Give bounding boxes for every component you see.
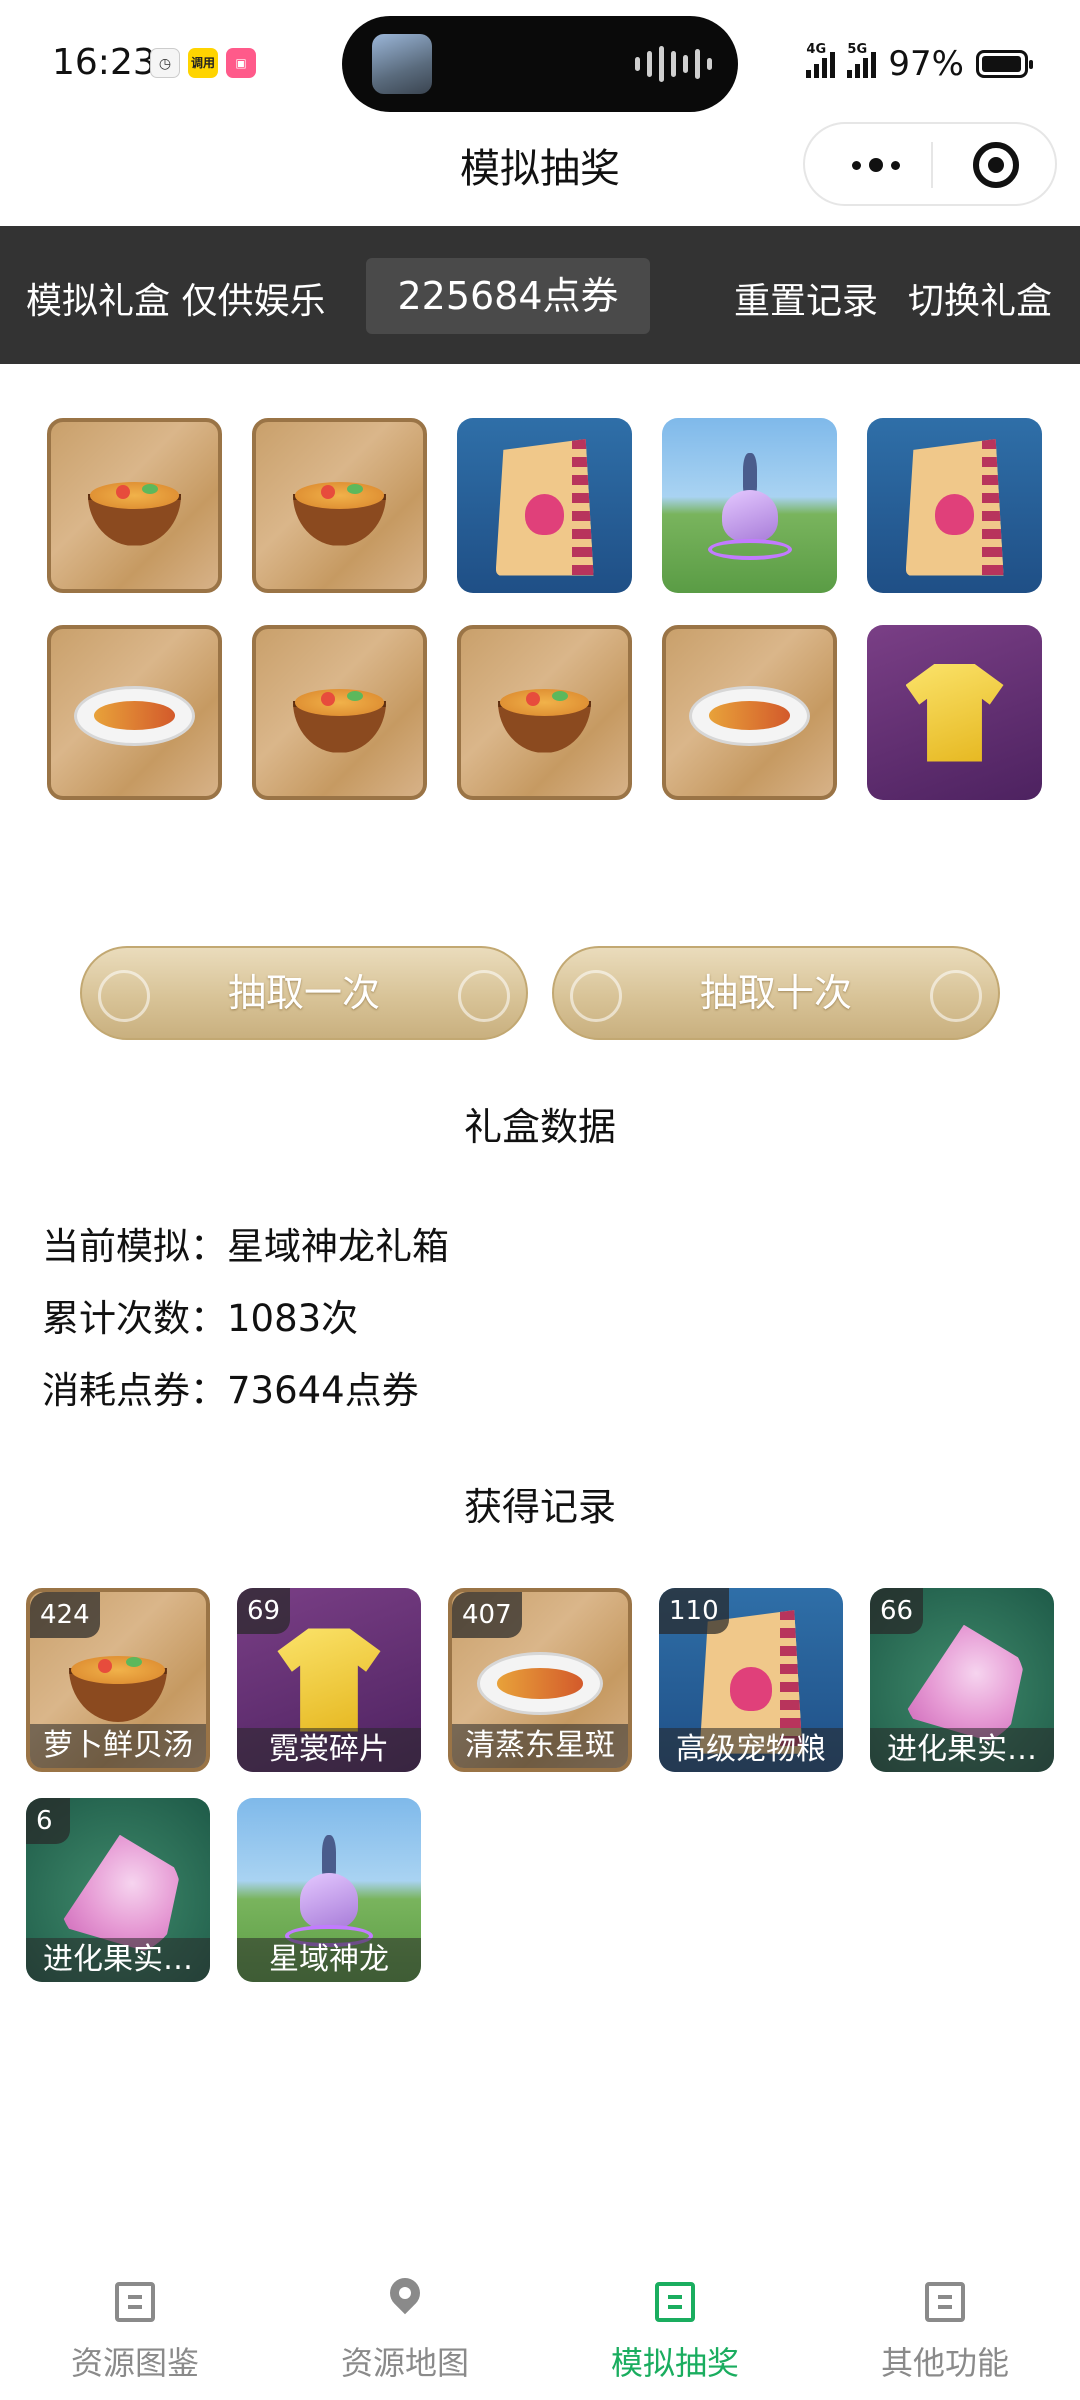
reward-cell [662,625,837,800]
shirt-icon [905,663,1004,762]
status-right: 4G 5G 97% [806,42,1033,84]
status-bar: 16:23 ◷ 调用 ▣ 4G 5G 97% [0,0,1080,130]
capsule-divider [931,142,933,188]
soup-icon [292,472,387,546]
tab-bar: 资源图鉴 资源地图 模拟抽奖 其他功能 [0,2262,1080,2400]
reward-cell [252,418,427,593]
tab-other-features[interactable]: 其他功能 [810,2262,1080,2400]
app-badge-icon: 调用 [188,48,218,78]
network-label-2: 5G [847,42,868,57]
soup-icon [497,679,592,753]
record-item[interactable]: 110 高级宠物粮 [659,1588,843,1772]
reward-cell [867,625,1042,800]
clock-app-icon: ◷ [150,48,180,78]
toolbar-label: 模拟礼盒 仅供娱乐 [26,281,326,322]
record-count: 69 [237,1588,291,1634]
record-item[interactable]: 424 萝卜鲜贝汤 [26,1588,210,1772]
box-data-title: 礼盒数据 [463,1105,616,1149]
reward-cell [47,418,222,593]
more-options-icon[interactable] [841,150,911,180]
record-count: 110 [659,1588,729,1634]
tab-resource-map[interactable]: 资源地图 [270,2262,540,2400]
reward-cell [867,418,1042,593]
record-item[interactable]: 66 进化果实… [870,1588,1054,1772]
points-balance: 225684点券 [366,258,650,334]
miniprogram-capsule [803,122,1057,206]
status-app-icons: ◷ 调用 ▣ [150,48,256,78]
status-time: 16:23 [52,42,156,83]
network-label-1: 4G [806,42,827,57]
record-name: 高级宠物粮 [659,1728,843,1772]
fish-dish-icon [74,685,195,746]
reward-cell [457,418,632,593]
switch-box-button[interactable]: 切换礼盒 [908,272,1052,324]
draw-ten-button[interactable]: 抽取十次 [552,946,1000,1040]
reward-cell [252,625,427,800]
record-item[interactable]: 69 霓裳碎片 [237,1588,421,1772]
pet-food-bag-icon [495,439,594,576]
signal-5g-icon: 5G [847,42,877,78]
dynamic-island[interactable] [342,16,738,112]
tab-label: 其他功能 [880,2344,1009,2382]
audio-wave-icon [635,46,712,82]
points-spent-line: 消耗点券：73644点券 [42,1369,419,1412]
shirt-icon [277,1628,381,1732]
tab-label: 资源图鉴 [70,2344,199,2382]
dragon-icon [707,453,792,561]
soup-icon [292,679,387,753]
more-icon [925,2282,965,2322]
soup-icon [87,472,182,546]
map-pin-icon [383,2271,427,2315]
record-name: 霓裳碎片 [237,1728,421,1772]
dragon-icon [284,1834,374,1948]
bilibili-app-icon: ▣ [226,48,256,78]
record-item[interactable]: 407 清蒸东星斑 [448,1588,632,1772]
tab-label: 资源地图 [340,2344,469,2382]
record-item[interactable]: 星域神龙 [237,1798,421,1982]
total-draws-line: 累计次数：1083次 [42,1297,359,1340]
battery-percent: 97% [888,44,964,84]
record-count: 424 [30,1592,100,1638]
fish-dish-icon [689,685,810,746]
reward-grid [47,418,1045,800]
records-grid: 424 萝卜鲜贝汤 69 霓裳碎片 407 清蒸东星斑 110 高级宠物粮 66 进化果实… 6 进化… [26,1588,1066,1982]
record-name: 进化果实… [870,1728,1054,1772]
record-count: 407 [452,1592,522,1638]
record-name: 进化果实… [26,1938,210,1982]
record-count: 6 [26,1798,70,1844]
current-box-line: 当前模拟：星域神龙礼箱 [42,1225,449,1268]
record-name: 清蒸东星斑 [452,1724,628,1768]
record-count: 66 [870,1588,924,1634]
reward-cell [47,625,222,800]
book-icon [115,2282,155,2322]
battery-icon [976,50,1033,78]
fish-dish-icon [476,1651,604,1716]
soup-icon [68,1645,168,1723]
record-item[interactable]: 6 进化果实… [26,1798,210,1982]
close-miniprogram-icon[interactable] [973,142,1019,188]
list-icon [655,2282,695,2322]
tab-resource-guide[interactable]: 资源图鉴 [0,2262,270,2400]
signal-4g-icon: 4G [806,42,836,78]
reward-cell [457,625,632,800]
tab-simulated-draw[interactable]: 模拟抽奖 [540,2262,810,2400]
records-title: 获得记录 [463,1485,616,1529]
tab-label: 模拟抽奖 [610,2344,739,2382]
media-thumbnail [372,34,432,94]
draw-once-button[interactable]: 抽取一次 [80,946,528,1040]
record-name: 星域神龙 [237,1938,421,1982]
toolbar: 模拟礼盒 仅供娱乐 225684点券 重置记录 切换礼盒 [0,226,1080,364]
record-name: 萝卜鲜贝汤 [30,1724,206,1768]
reward-cell [662,418,837,593]
reset-records-button[interactable]: 重置记录 [734,272,878,324]
pet-food-bag-icon [905,439,1004,576]
